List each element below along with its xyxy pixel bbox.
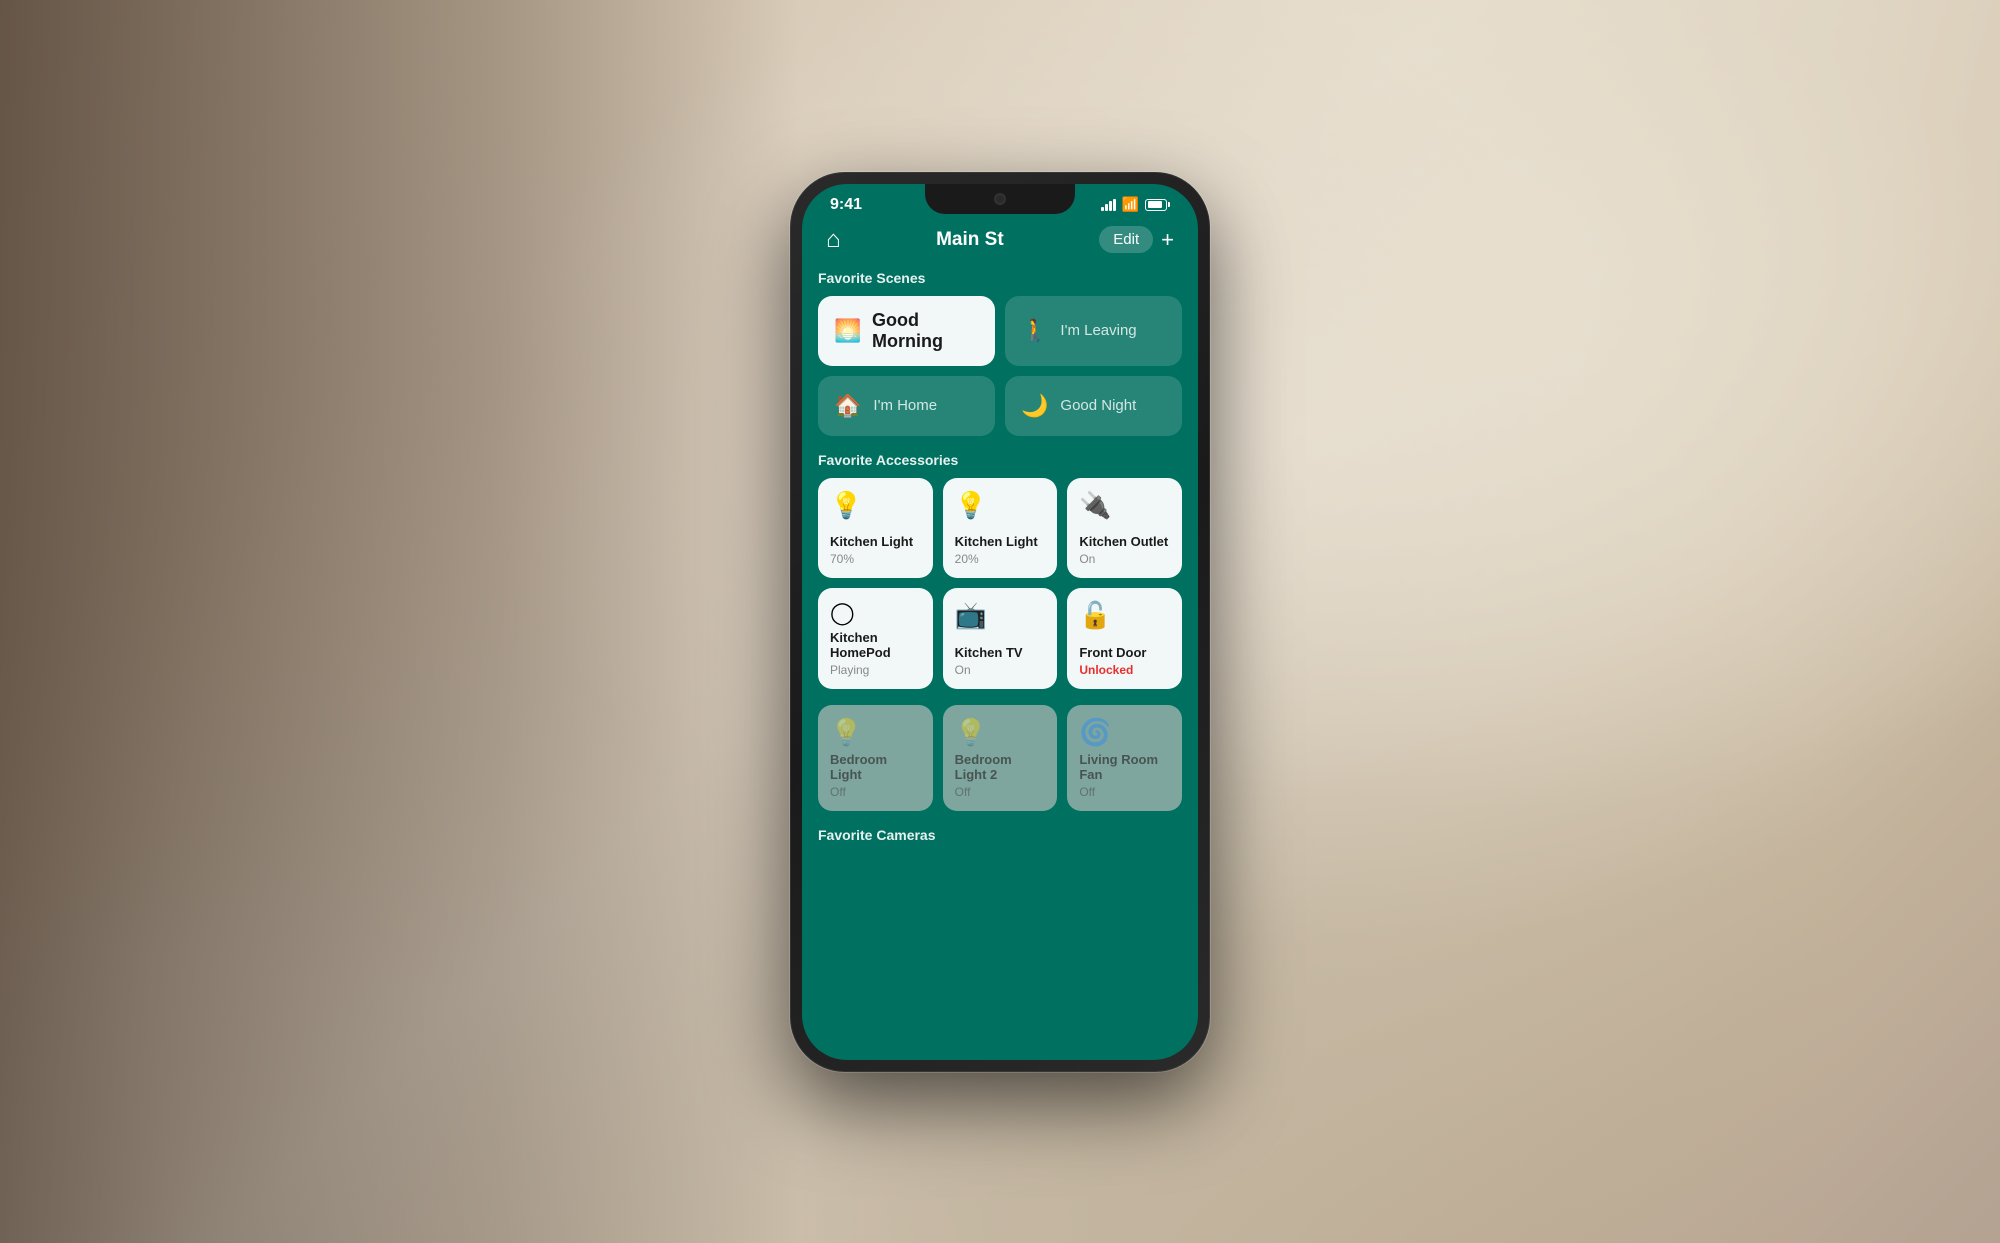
living-room-fan-status: Off xyxy=(1079,785,1170,799)
accessory-kitchen-light-2[interactable]: 💡 Kitchen Light 20% xyxy=(943,478,1058,578)
favorite-accessories-title: Favorite Accessories xyxy=(818,452,1182,468)
im-home-label: I'm Home xyxy=(873,397,937,414)
front-door-status: Unlocked xyxy=(1079,663,1170,677)
home-icon[interactable]: ⌂ xyxy=(826,226,841,254)
bedroom-light-status: Off xyxy=(830,785,921,799)
nav-title: Main St xyxy=(936,229,1004,251)
kitchen-tv-icon: 📺 xyxy=(955,600,1046,631)
favorite-scenes-title: Favorite Scenes xyxy=(818,270,1182,286)
kitchen-homepod-icon: ◯ xyxy=(830,600,921,626)
living-room-fan-icon: 🌀 xyxy=(1079,717,1170,748)
favorite-cameras-title: Favorite Cameras xyxy=(818,827,1182,843)
kitchen-outlet-name: Kitchen Outlet xyxy=(1079,534,1170,550)
good-morning-label: Good Morning xyxy=(872,310,979,352)
phone-frame: 9:41 📶 xyxy=(790,172,1210,1072)
accessory-kitchen-light-1[interactable]: 💡 Kitchen Light 70% xyxy=(818,478,933,578)
phone-device: 9:41 📶 xyxy=(790,172,1210,1072)
status-icons: 📶 xyxy=(1101,196,1170,213)
camera-notch xyxy=(994,193,1006,205)
kitchen-light-1-name: Kitchen Light xyxy=(830,534,921,550)
good-night-label: Good Night xyxy=(1060,397,1136,414)
kitchen-light-2-status: 20% xyxy=(955,552,1046,566)
accessory-bedroom-light[interactable]: 💡 Bedroom Light Off xyxy=(818,705,933,811)
good-night-icon: 🌙 xyxy=(1021,393,1048,419)
battery-icon xyxy=(1145,199,1170,211)
status-time: 9:41 xyxy=(830,196,862,214)
kitchen-tv-name: Kitchen TV xyxy=(955,645,1046,661)
accessory-kitchen-homepod[interactable]: ◯ Kitchen HomePod Playing xyxy=(818,588,933,689)
bedroom-light-2-status: Off xyxy=(955,785,1046,799)
accessory-front-door[interactable]: 🔓 Front Door Unlocked xyxy=(1067,588,1182,689)
front-door-name: Front Door xyxy=(1079,645,1170,661)
kitchen-homepod-name: Kitchen HomePod xyxy=(830,630,921,661)
kitchen-tv-status: On xyxy=(955,663,1046,677)
bedroom-light-icon: 💡 xyxy=(830,717,921,748)
kitchen-light-1-icon: 💡 xyxy=(830,490,921,521)
nav-bar: ⌂ Main St Edit + xyxy=(802,222,1198,266)
accessory-kitchen-outlet[interactable]: 🔌 Kitchen Outlet On xyxy=(1067,478,1182,578)
signal-icon xyxy=(1101,199,1116,211)
kitchen-light-2-icon: 💡 xyxy=(955,490,1046,521)
scroll-content: Favorite Scenes 🌅 Good Morning 🚶 I'm Lea… xyxy=(802,266,1198,1042)
bedroom-light-name: Bedroom Light xyxy=(830,752,921,783)
kitchen-outlet-icon: 🔌 xyxy=(1079,490,1170,521)
nav-actions: Edit + xyxy=(1099,226,1174,253)
scenes-grid: 🌅 Good Morning 🚶 I'm Leaving 🏠 I'm Home … xyxy=(818,296,1182,436)
phone-notch xyxy=(925,184,1075,214)
scene-good-morning[interactable]: 🌅 Good Morning xyxy=(818,296,995,366)
scene-im-leaving[interactable]: 🚶 I'm Leaving xyxy=(1005,296,1182,366)
accessory-bedroom-light-2[interactable]: 💡 Bedroom Light 2 Off xyxy=(943,705,1058,811)
kitchen-light-1-status: 70% xyxy=(830,552,921,566)
im-leaving-label: I'm Leaving xyxy=(1060,322,1136,339)
living-room-fan-name: Living Room Fan xyxy=(1079,752,1170,783)
kitchen-outlet-status: On xyxy=(1079,552,1170,566)
im-leaving-icon: 🚶 xyxy=(1021,318,1048,344)
scene-good-night[interactable]: 🌙 Good Night xyxy=(1005,376,1182,436)
more-accessories-grid: 💡 Bedroom Light Off 💡 Bedroom Light 2 Of… xyxy=(818,705,1182,811)
edit-button[interactable]: Edit xyxy=(1099,226,1153,253)
bedroom-light-2-name: Bedroom Light 2 xyxy=(955,752,1046,783)
accessories-grid: 💡 Kitchen Light 70% 💡 Kitchen Light 20% xyxy=(818,478,1182,689)
bedroom-light-2-icon: 💡 xyxy=(955,717,1046,748)
scene-im-home[interactable]: 🏠 I'm Home xyxy=(818,376,995,436)
accessory-kitchen-tv[interactable]: 📺 Kitchen TV On xyxy=(943,588,1058,689)
kitchen-light-2-name: Kitchen Light xyxy=(955,534,1046,550)
accessory-living-room-fan[interactable]: 🌀 Living Room Fan Off xyxy=(1067,705,1182,811)
good-morning-icon: 🌅 xyxy=(834,318,860,344)
phone-screen: 9:41 📶 xyxy=(802,184,1198,1060)
front-door-icon: 🔓 xyxy=(1079,600,1170,631)
wifi-icon: 📶 xyxy=(1122,196,1139,213)
add-button[interactable]: + xyxy=(1161,227,1174,253)
im-home-icon: 🏠 xyxy=(834,393,861,419)
kitchen-homepod-status: Playing xyxy=(830,663,921,677)
